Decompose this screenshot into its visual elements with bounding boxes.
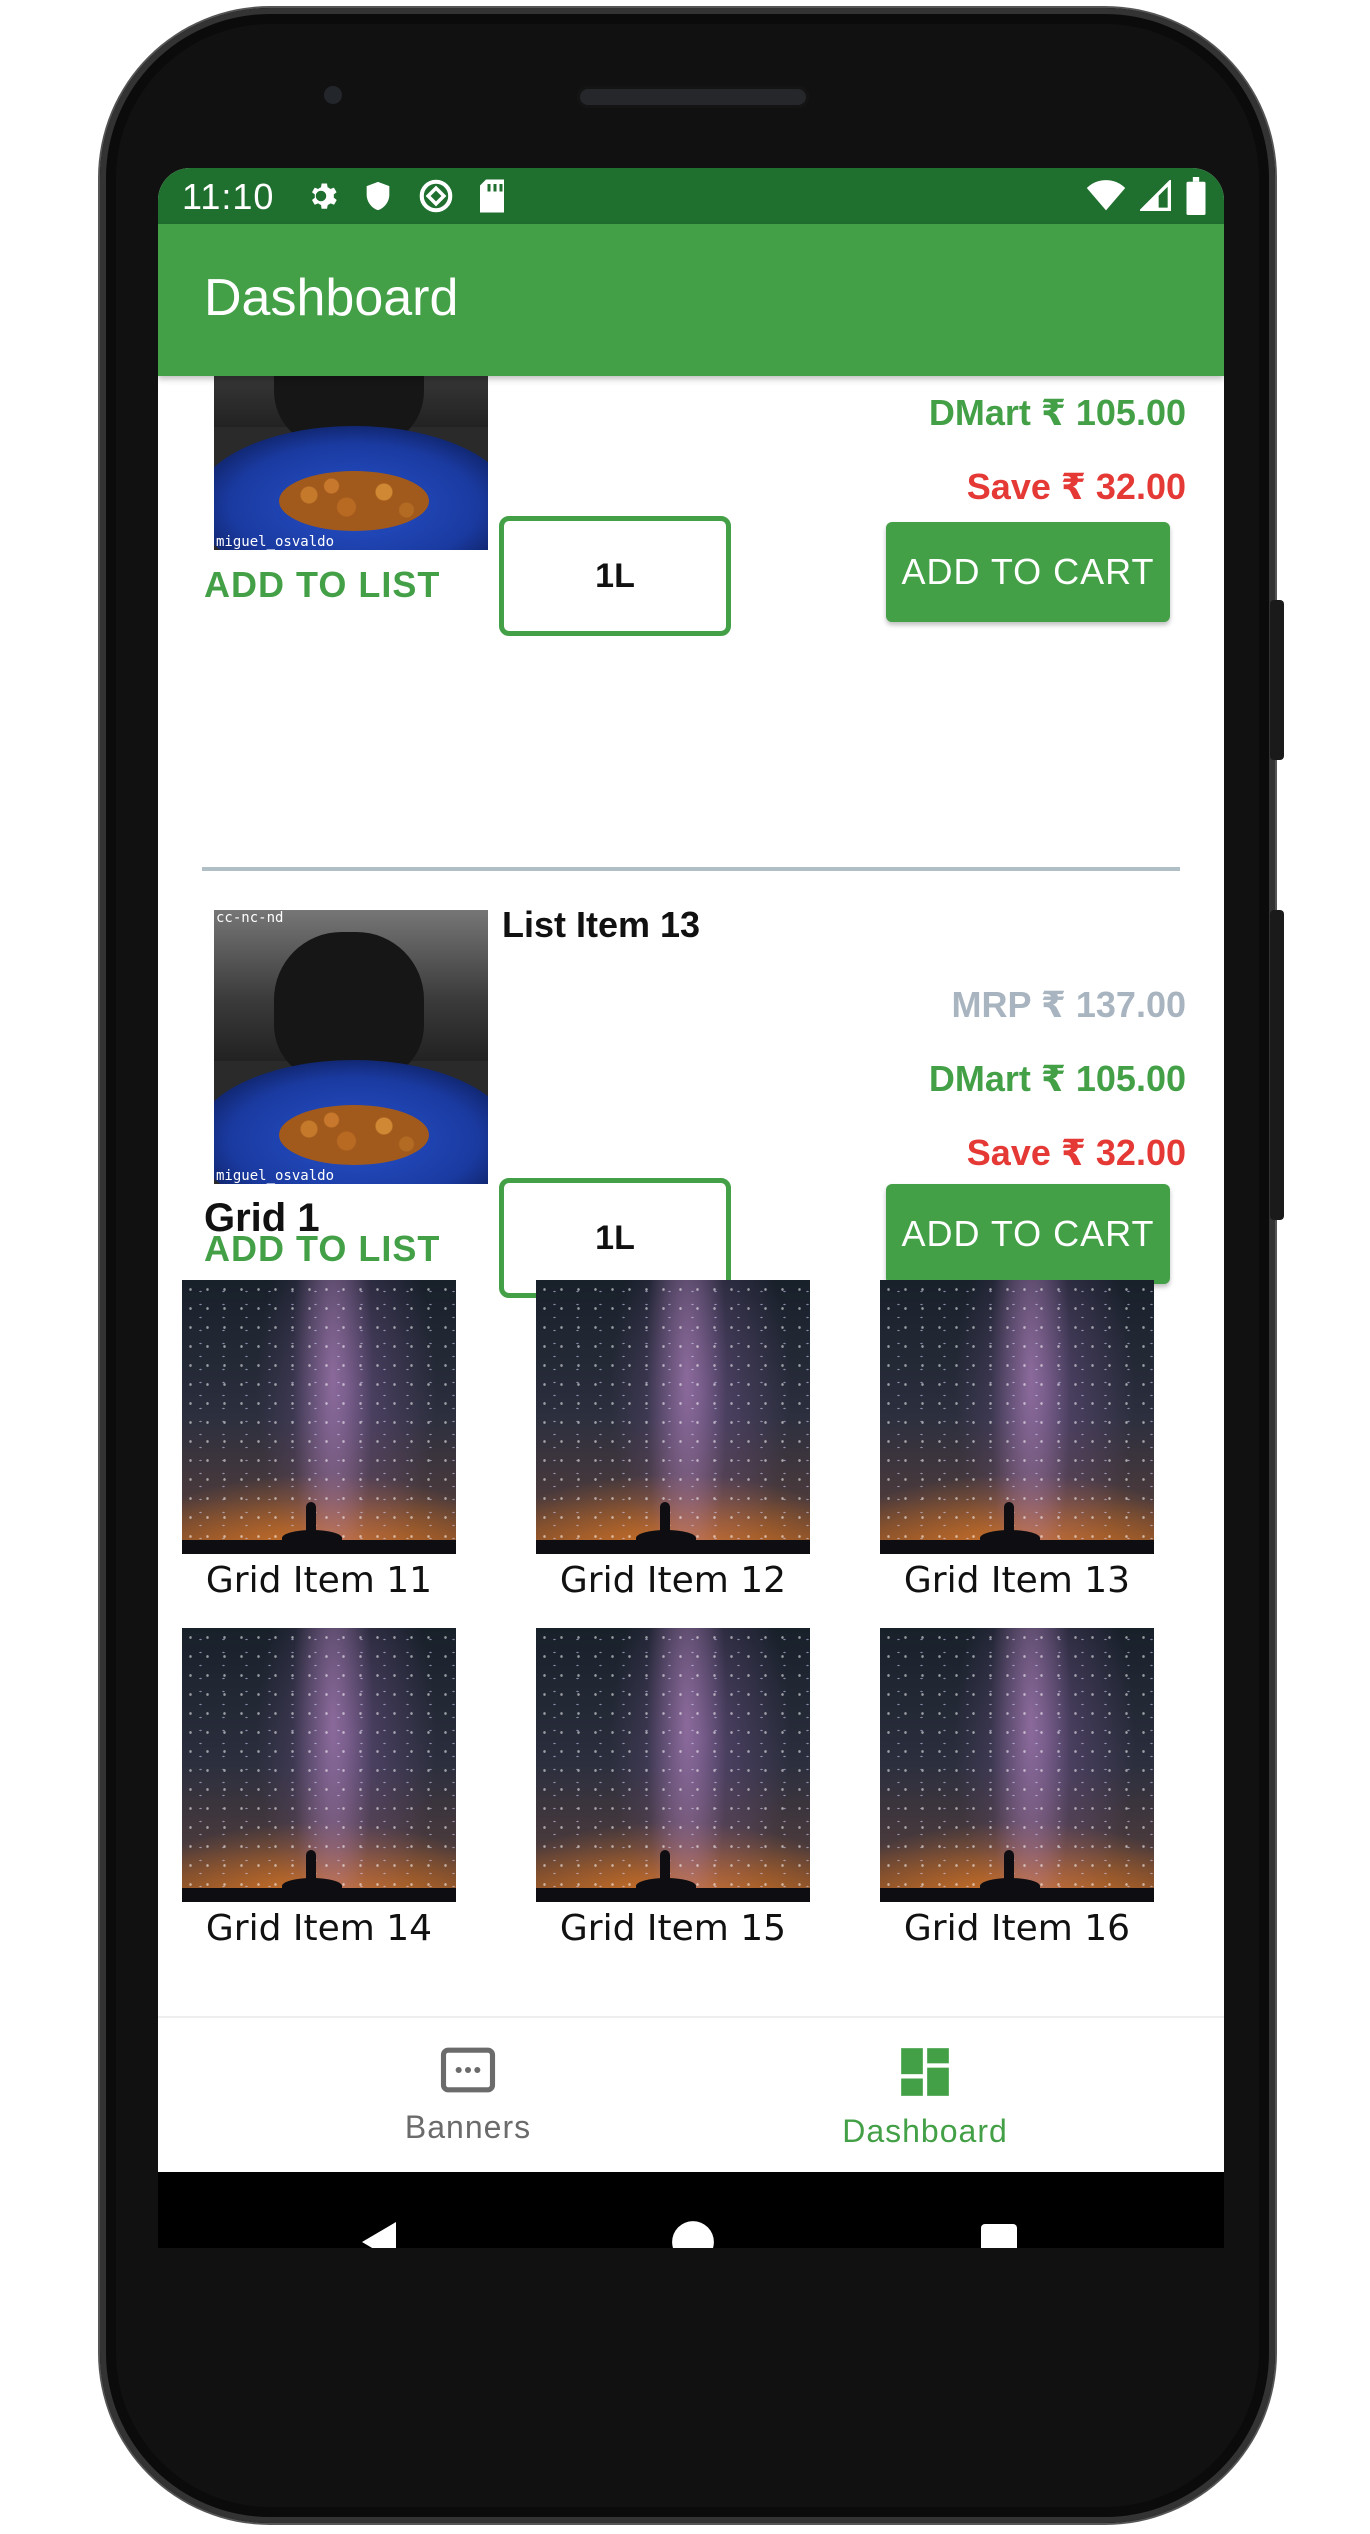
grid-item[interactable]: Grid Item 15 bbox=[536, 1628, 810, 1949]
device-screen: 11:10 Dashboard miguel_osvaldo DMart ₹ 1… bbox=[158, 168, 1224, 2248]
dashboard-icon bbox=[901, 2048, 949, 2096]
add-to-cart-button[interactable]: ADD TO CART bbox=[886, 1184, 1170, 1284]
earpiece-speaker bbox=[577, 86, 809, 108]
dashboard-content[interactable]: miguel_osvaldo DMart ₹ 105.00 Save ₹ 32.… bbox=[158, 376, 1224, 2016]
add-to-cart-button[interactable]: ADD TO CART bbox=[886, 522, 1170, 622]
volume-button bbox=[1270, 910, 1284, 1220]
status-left-icons bbox=[303, 176, 507, 216]
item-image: miguel_osvaldo bbox=[214, 376, 488, 550]
system-navigation-bar bbox=[158, 2172, 1224, 2248]
banner-icon bbox=[440, 2047, 496, 2093]
item-title: List Item 13 bbox=[502, 904, 701, 945]
front-camera bbox=[318, 80, 348, 110]
grid-item[interactable]: Grid Item 11 bbox=[182, 1280, 456, 1601]
nav-label: Banners bbox=[404, 2109, 532, 2145]
item-divider bbox=[202, 867, 1180, 871]
item-image: cc-nc-nd miguel_osvaldo bbox=[214, 910, 488, 1184]
grid-heading: Grid 1 bbox=[204, 1196, 320, 1240]
save-amount: Save ₹ 32.00 bbox=[966, 466, 1186, 507]
nav-item-banners[interactable]: Banners bbox=[318, 2046, 618, 2146]
grid-item[interactable]: Grid Item 13 bbox=[880, 1280, 1154, 1601]
status-time: 11:10 bbox=[182, 176, 275, 217]
grid-item[interactable]: Grid Item 14 bbox=[182, 1628, 456, 1949]
dmart-price: DMart ₹ 105.00 bbox=[928, 392, 1186, 433]
sd-card-icon bbox=[480, 179, 504, 213]
grid-item-label: Grid Item 15 bbox=[559, 1908, 787, 1949]
grid-item-image bbox=[182, 1280, 456, 1554]
status-bar: 11:10 bbox=[158, 168, 1224, 224]
mrp-price: MRP ₹ 137.00 bbox=[951, 984, 1186, 1025]
grid-item[interactable]: Grid Item 16 bbox=[880, 1628, 1154, 1949]
status-right-icons bbox=[1086, 176, 1206, 216]
image-watermark: cc-nc-nd bbox=[216, 910, 284, 926]
grid-item-image bbox=[880, 1280, 1154, 1554]
grid-item-label: Grid Item 16 bbox=[903, 1908, 1131, 1949]
grid-item-image bbox=[536, 1280, 810, 1554]
grid-item-image bbox=[880, 1628, 1154, 1902]
image-watermark: miguel_osvaldo bbox=[216, 534, 335, 550]
shield-icon bbox=[366, 181, 390, 211]
grid-item-image bbox=[182, 1628, 456, 1902]
back-icon[interactable] bbox=[360, 2220, 400, 2248]
power-button bbox=[1270, 600, 1284, 760]
nav-item-dashboard[interactable]: Dashboard bbox=[775, 2046, 1075, 2150]
wifi-icon bbox=[1086, 180, 1126, 211]
recents-icon[interactable] bbox=[978, 2222, 1020, 2248]
add-to-list-button[interactable]: ADD TO LIST bbox=[204, 564, 440, 606]
grid-item[interactable]: Grid Item 12 bbox=[536, 1280, 810, 1601]
save-amount: Save ₹ 32.00 bbox=[966, 1132, 1186, 1173]
grid-item-label: Grid Item 14 bbox=[205, 1908, 433, 1949]
home-icon[interactable] bbox=[671, 2220, 715, 2248]
dmart-price: DMart ₹ 105.00 bbox=[928, 1058, 1186, 1099]
app-bar: Dashboard bbox=[158, 224, 1224, 376]
bottom-navigation: Banners Dashboard bbox=[158, 2016, 1224, 2174]
page-title: Dashboard bbox=[204, 269, 459, 327]
image-watermark: miguel_osvaldo bbox=[216, 1168, 335, 1184]
grid-item-label: Grid Item 13 bbox=[903, 1560, 1131, 1601]
grid-item-label: Grid Item 11 bbox=[205, 1560, 433, 1601]
grid-item-label: Grid Item 12 bbox=[559, 1560, 787, 1601]
grid-item-image bbox=[536, 1628, 810, 1902]
list-item-card: miguel_osvaldo DMart ₹ 105.00 Save ₹ 32.… bbox=[158, 376, 1224, 796]
nav-label: Dashboard bbox=[842, 2113, 1008, 2149]
settings-icon bbox=[312, 183, 337, 209]
battery-icon bbox=[1186, 177, 1206, 215]
quantity-selector[interactable]: 1L bbox=[499, 516, 731, 636]
data-saver-icon bbox=[419, 179, 453, 213]
signal-icon bbox=[1140, 180, 1171, 211]
